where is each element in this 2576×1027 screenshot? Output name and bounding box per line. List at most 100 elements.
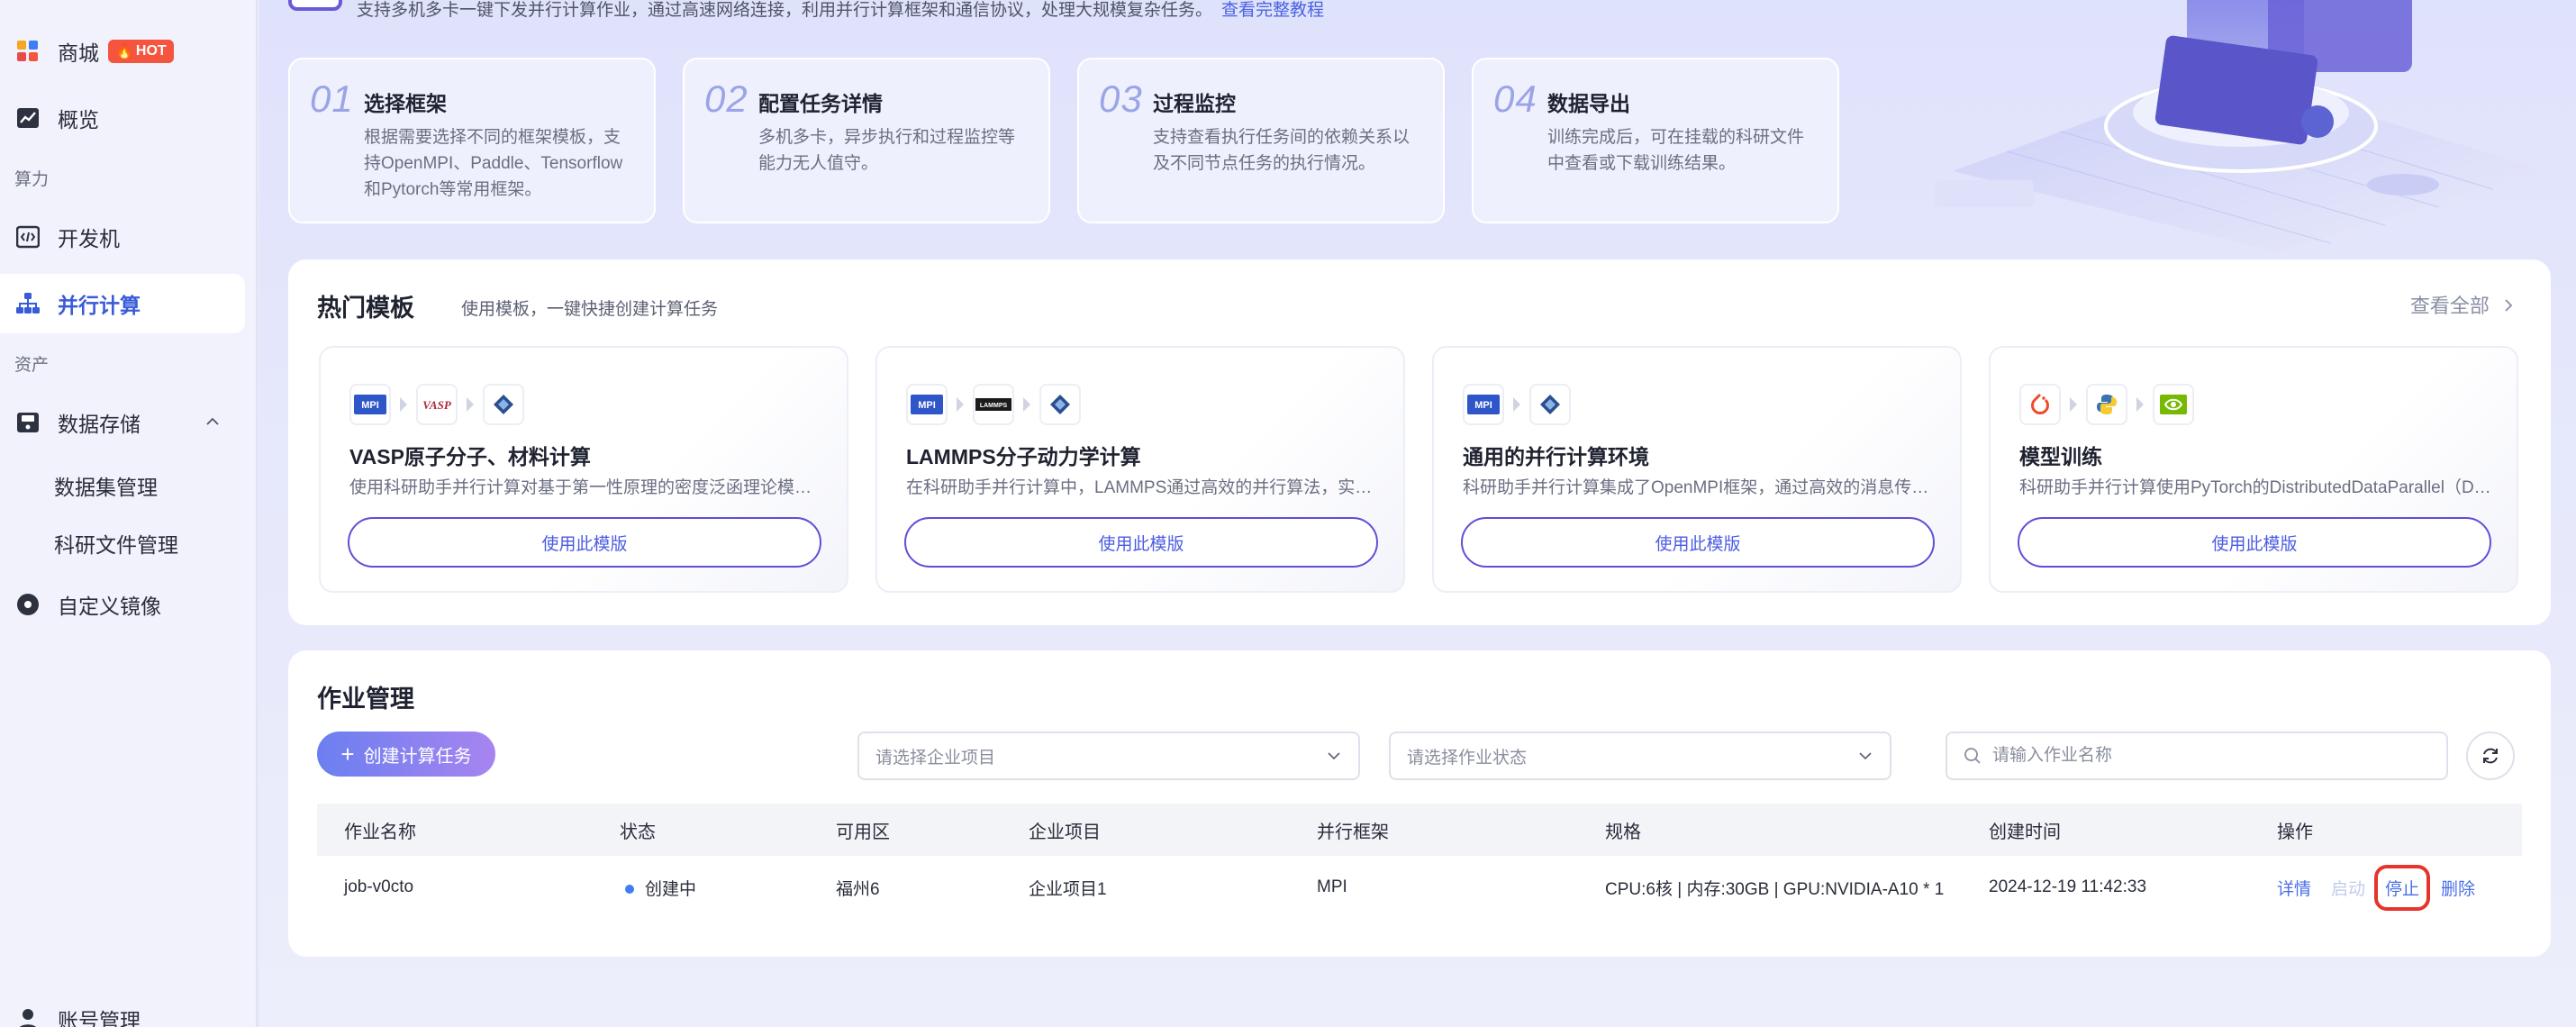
project-select[interactable]: 请选择企业项目 bbox=[857, 732, 1360, 780]
step-desc: 支持查看执行任务间的依赖关系以及不同节点任务的执行情况。 bbox=[1153, 128, 1410, 173]
refresh-button[interactable] bbox=[2466, 732, 2515, 780]
step-number: 04 bbox=[1493, 77, 1537, 120]
template-card[interactable]: MPI VASP VASP原子分子、材料计算 使用科研助手并行计算对基于第一性原… bbox=[319, 346, 848, 593]
sidebar-item-label: 账号管理 bbox=[58, 1009, 141, 1027]
table-header: 作业名称 状态 可用区 企业项目 并行框架 规格 创建时间 操作 bbox=[317, 804, 2522, 856]
svg-text:VASP: VASP bbox=[422, 398, 452, 412]
create-task-button[interactable]: + 创建计算任务 bbox=[317, 732, 495, 777]
intro-text: 支持多机多卡一键下发并行计算作业，通过高速网络连接，利用并行计算框架和通信协议，… bbox=[357, 1, 1325, 20]
diamond-icon bbox=[1039, 384, 1081, 425]
mpi-icon: MPI bbox=[349, 384, 391, 425]
nav-group-compute: 算力 bbox=[14, 170, 50, 189]
sidebar-item-storage[interactable]: 数据存储 bbox=[0, 393, 245, 452]
mpi-icon: MPI bbox=[906, 384, 948, 425]
svg-text:LAMMPS: LAMMPS bbox=[980, 403, 1008, 409]
arrow-icon bbox=[1513, 397, 1520, 412]
step-number: 01 bbox=[310, 77, 354, 120]
arrow-icon bbox=[2070, 397, 2077, 412]
use-template-button[interactable]: 使用此模版 bbox=[348, 517, 821, 568]
step-number: 02 bbox=[704, 77, 748, 120]
sidebar-item-custom-image[interactable]: 自定义镜像 bbox=[0, 575, 245, 634]
use-template-button[interactable]: 使用此模版 bbox=[904, 517, 1378, 568]
template-icons: MPI VASP bbox=[349, 384, 524, 425]
job-search-input[interactable] bbox=[1992, 746, 2425, 766]
step-desc: 多机多卡，异步执行和过程监控等能力无人值守。 bbox=[758, 128, 1016, 173]
plus-icon: + bbox=[340, 741, 355, 768]
view-all-link[interactable]: 查看全部 bbox=[2410, 290, 2515, 319]
network-icon bbox=[14, 290, 41, 317]
sidebar-item-research-files[interactable]: 科研文件管理 bbox=[54, 528, 178, 559]
sidebar-item-overview[interactable]: 概览 bbox=[0, 88, 245, 148]
step-desc: 训练完成后，可在挂载的科研文件中查看或下载训练结果。 bbox=[1547, 128, 1805, 173]
nvidia-icon bbox=[2153, 384, 2194, 425]
pytorch-icon bbox=[2019, 384, 2061, 425]
job-search bbox=[1946, 732, 2448, 780]
section-title: 热门模板 bbox=[317, 295, 414, 322]
job-status: 创建中 bbox=[625, 876, 696, 900]
sidebar-item-label: 商城 bbox=[58, 41, 99, 65]
chevron-down-icon bbox=[1859, 752, 1872, 760]
step-title: 选择框架 bbox=[364, 92, 447, 115]
lammps-icon: LAMMPS bbox=[973, 384, 1014, 425]
sidebar-item-datasets[interactable]: 数据集管理 bbox=[54, 470, 158, 501]
detail-link[interactable]: 详情 bbox=[2277, 876, 2311, 900]
chevron-up-icon[interactable] bbox=[205, 414, 220, 429]
svg-text:MPI: MPI bbox=[918, 400, 936, 411]
sidebar-item-label: 并行计算 bbox=[58, 294, 141, 317]
delete-link[interactable]: 删除 bbox=[2441, 876, 2475, 900]
job-zone: 福州6 bbox=[836, 879, 880, 899]
template-card[interactable]: MPI LAMMPS LAMMPS分子动力学计算 在科研助手并行计算中，LAMM… bbox=[875, 346, 1405, 593]
hot-templates-card: 热门模板 使用模板，一键快捷创建计算任务 查看全部 MPI VASP VASP原… bbox=[288, 259, 2551, 625]
template-desc: 在科研助手并行计算中，LAMMPS通过高效的并行算法，实现大规模分子动力学模拟 bbox=[906, 478, 1383, 497]
template-name: VASP原子分子、材料计算 bbox=[349, 445, 591, 468]
sidebar-item-label: 自定义镜像 bbox=[58, 595, 161, 618]
column-header: 创建时间 bbox=[1989, 822, 2061, 842]
step-title: 配置任务详情 bbox=[758, 92, 883, 115]
column-header: 规格 bbox=[1605, 822, 1641, 842]
column-header: 企业项目 bbox=[1029, 822, 1101, 842]
template-card[interactable]: MPI 通用的并行计算环境 科研助手并行计算集成了OpenMPI框架，通过高效的… bbox=[1432, 346, 1962, 593]
column-header: 操作 bbox=[2277, 822, 2313, 842]
job-name: job-v0cto bbox=[344, 877, 414, 896]
template-card[interactable]: 模型训练 科研助手并行计算使用PyTorch的DistributedDataPa… bbox=[1989, 346, 2518, 593]
status-select[interactable]: 请选择作业状态 bbox=[1389, 732, 1891, 780]
vasp-icon: VASP bbox=[416, 384, 458, 425]
intro-logo bbox=[288, 0, 342, 11]
step-card: 03 过程监控 支持查看执行任务间的依赖关系以及不同节点任务的执行情况。 bbox=[1077, 58, 1445, 223]
use-template-button[interactable]: 使用此模版 bbox=[1461, 517, 1935, 568]
chevron-right-icon bbox=[2505, 299, 2513, 312]
use-template-button[interactable]: 使用此模版 bbox=[2018, 517, 2491, 568]
template-desc: 科研助手并行计算使用PyTorch的DistributedDataParalle… bbox=[2019, 478, 2497, 497]
step-title: 过程监控 bbox=[1153, 92, 1236, 115]
jobs-table: 作业名称 状态 可用区 企业项目 并行框架 规格 创建时间 操作 job-v0c… bbox=[317, 804, 2522, 919]
sidebar-item-parallel[interactable]: 并行计算 bbox=[0, 274, 245, 333]
template-desc: 科研助手并行计算集成了OpenMPI框架，通过高效的消息传递接口实现通用的并行计… bbox=[1463, 478, 1940, 497]
table-row: job-v0cto 创建中 福州6 企业项目1 MPI CPU:6核 | 内存:… bbox=[317, 856, 2522, 919]
step-card: 01 选择框架 根据需要选择不同的框架模板，支持OpenMPI、Paddle、T… bbox=[288, 58, 656, 223]
code-icon bbox=[14, 223, 41, 250]
job-management-card: 作业管理 + 创建计算任务 请选择企业项目 请选择作业状态 作业名称 状态 可用… bbox=[288, 650, 2551, 957]
status-dot bbox=[625, 885, 634, 895]
flame-icon: 🔥 bbox=[115, 44, 133, 59]
hero-illustration bbox=[1935, 0, 2547, 252]
arrow-icon bbox=[2136, 397, 2144, 412]
disk-icon bbox=[14, 409, 41, 436]
main-content: 支持多机多卡一键下发并行计算作业，通过高速网络连接，利用并行计算框架和通信协议，… bbox=[259, 0, 2576, 1027]
arrow-icon bbox=[400, 397, 407, 412]
section-title: 作业管理 bbox=[317, 686, 414, 713]
sidebar-item-account[interactable]: 账号管理 bbox=[0, 989, 245, 1027]
stop-link[interactable]: 停止 bbox=[2373, 864, 2431, 911]
svg-text:MPI: MPI bbox=[1474, 400, 1492, 411]
column-header: 作业名称 bbox=[344, 822, 416, 842]
diamond-icon bbox=[1529, 384, 1571, 425]
apps-icon bbox=[14, 38, 41, 65]
step-number: 03 bbox=[1099, 77, 1143, 120]
sidebar: 商城 🔥 HOT 概览 算力 开发机 并行计算 资产 数据存储 数据集管理 科研… bbox=[0, 0, 258, 1027]
tutorial-link[interactable]: 查看完整教程 bbox=[1221, 1, 1324, 20]
sidebar-item-mall[interactable]: 商城 🔥 HOT bbox=[0, 22, 245, 81]
sidebar-item-devbox[interactable]: 开发机 bbox=[0, 207, 245, 267]
sidebar-item-label: 数据存储 bbox=[58, 413, 141, 436]
python-icon bbox=[2086, 384, 2127, 425]
job-project: 企业项目1 bbox=[1029, 879, 1107, 899]
nav-group-assets: 资产 bbox=[14, 356, 50, 375]
